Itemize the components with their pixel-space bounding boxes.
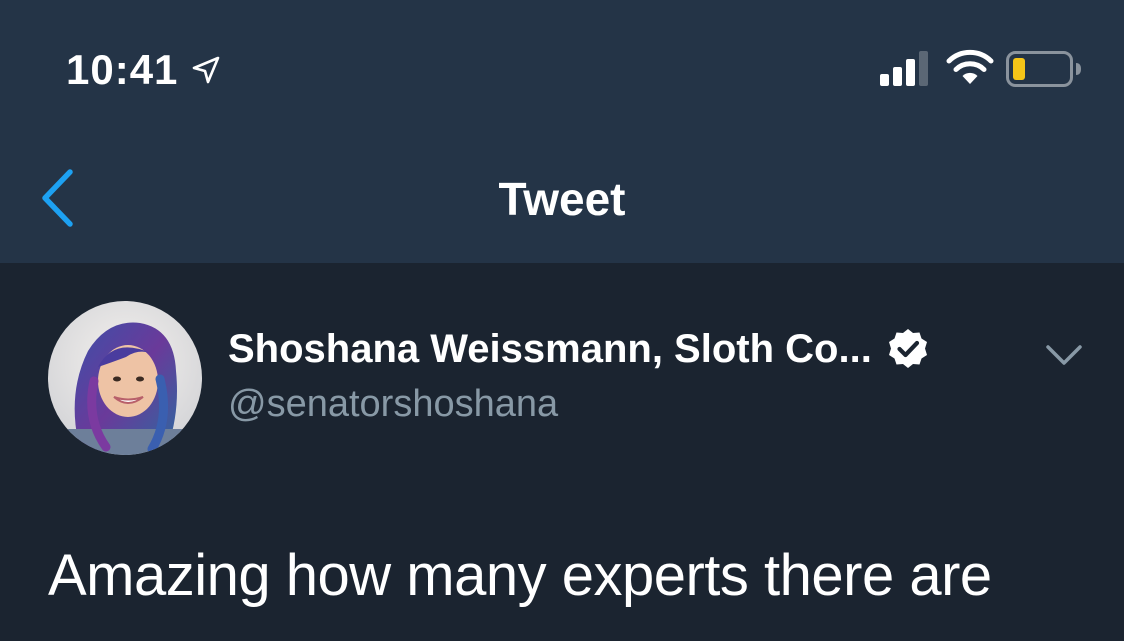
verified-badge-icon (888, 329, 927, 368)
tweet-menu-chevron-down-icon[interactable] (1040, 335, 1088, 375)
tweet-detail: Shoshana Weissmann, Sloth Co... @senator… (0, 263, 1124, 641)
author-name-row[interactable]: Shoshana Weissmann, Sloth Co... (228, 323, 930, 375)
author-handle[interactable]: @senatorshoshana (228, 381, 558, 427)
location-arrow-icon (192, 56, 220, 84)
page-title: Tweet (498, 173, 626, 225)
tweet-text: Amazing how many experts there are (48, 543, 992, 608)
tweet-detail-screen: 10:41 Tweet Shoshana Weissmann, Sloth Co… (0, 0, 1124, 641)
wifi-icon (946, 49, 994, 84)
author-name: Shoshana Weissmann, Sloth Co... (228, 327, 872, 371)
battery-low-icon (1006, 51, 1081, 87)
status-bar: 10:41 (0, 0, 1124, 140)
navigation-bar: Tweet (0, 140, 1124, 263)
status-time: 10:41 (66, 46, 179, 93)
author-avatar[interactable] (48, 301, 202, 455)
top-bar: 10:41 Tweet (0, 0, 1124, 263)
cellular-signal-icon (880, 51, 928, 86)
avatar-image (48, 301, 202, 455)
